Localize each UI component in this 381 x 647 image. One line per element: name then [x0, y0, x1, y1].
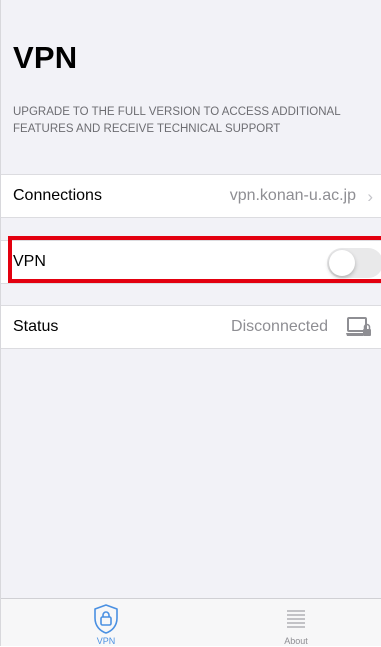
tab-about[interactable]: About — [236, 599, 356, 647]
tab-about-label: About — [284, 636, 308, 646]
tab-vpn-label: VPN — [96, 636, 116, 646]
vpn-toggle-row: VPN — [1, 240, 381, 284]
page-title: VPN — [13, 40, 78, 75]
chevron-right-icon: › — [367, 187, 373, 206]
status-row: Status Disconnected — [1, 305, 381, 349]
list-icon — [280, 603, 312, 638]
vpn-toggle-switch[interactable] — [327, 248, 381, 278]
toggle-knob[interactable] — [329, 250, 355, 276]
vpn-screen: VPN UPGRADE TO THE FULL VERSION TO ACCES… — [0, 0, 381, 646]
connections-label: Connections — [13, 187, 102, 204]
upgrade-notice[interactable]: UPGRADE TO THE FULL VERSION TO ACCESS AD… — [13, 104, 353, 138]
shield-lock-icon — [90, 603, 122, 640]
tab-vpn[interactable]: VPN — [46, 599, 166, 647]
computer-lock-icon — [346, 317, 372, 344]
connections-row[interactable]: Connections vpn.konan-u.ac.jp › — [1, 174, 381, 218]
vpn-label: VPN — [13, 253, 46, 270]
status-value: Disconnected — [231, 318, 328, 335]
tab-bar: VPN About — [1, 598, 381, 646]
connections-value: vpn.konan-u.ac.jp — [229, 187, 356, 204]
status-label: Status — [13, 318, 59, 335]
